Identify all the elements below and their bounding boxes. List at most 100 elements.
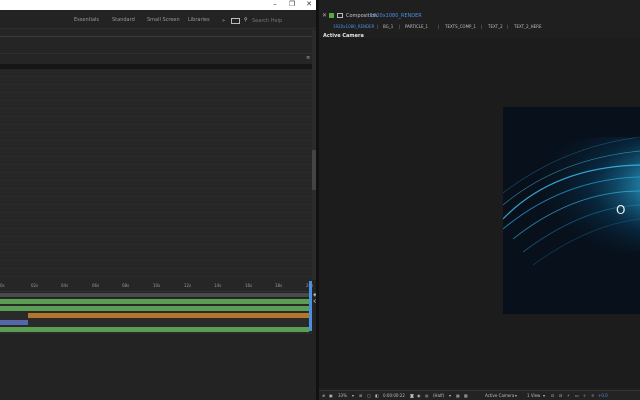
title-bar: – ❐ ✕ <box>0 0 316 10</box>
time-tick-label: 12s <box>184 283 192 288</box>
timeline-icon[interactable]: ▭ <box>575 393 579 398</box>
panel-title-name[interactable]: 1920x1080_RENDER <box>370 13 422 19</box>
flowchart-icon[interactable]: ⊹ <box>583 393 586 398</box>
work-area-bar[interactable] <box>0 293 312 297</box>
layer-bar[interactable] <box>0 299 312 304</box>
render-icon[interactable]: ⊡ <box>551 393 554 398</box>
time-tick-label: 14s <box>214 283 222 288</box>
panel-divider <box>0 36 316 37</box>
workspace-tab-small-screen[interactable]: Small Screen <box>147 17 180 23</box>
panel-row-line <box>0 236 312 237</box>
maximize-button[interactable]: ❐ <box>283 0 301 10</box>
tab-separator: | <box>399 24 401 29</box>
tab-1920x1080-render[interactable]: 1920x1080_RENDER <box>333 24 374 29</box>
channel-icon[interactable]: ◍ <box>425 393 429 398</box>
workspace-tab-libraries[interactable]: Libraries <box>188 17 210 23</box>
grid-icon[interactable]: ⊞ <box>359 393 362 398</box>
panel-search-bar[interactable] <box>0 64 312 69</box>
view-layout-dropdown[interactable]: 1 View <box>527 393 540 398</box>
region-icon[interactable]: ▣ <box>329 393 333 398</box>
panel-row-line <box>0 220 312 221</box>
time-tick-label: 18s <box>275 283 283 288</box>
workspace-overflow-button[interactable]: » <box>222 18 225 24</box>
panel-row-line <box>0 196 312 197</box>
panel-divider <box>0 53 316 54</box>
chevron-down-icon[interactable]: ▾ <box>352 393 354 398</box>
chevron-down-icon[interactable]: ▾ <box>543 393 545 398</box>
panel-row-line <box>0 108 312 109</box>
camera-dropdown[interactable]: Active Camera <box>485 393 514 398</box>
panel-row-line <box>0 164 312 165</box>
composition-icon <box>337 13 343 18</box>
playhead-indicator[interactable] <box>309 281 312 331</box>
tab-text-2-here[interactable]: TEXT_2_HERE <box>514 24 541 29</box>
safe-zone-icon[interactable]: ◧ <box>375 393 379 398</box>
resolution-dropdown[interactable]: (Half) <box>433 393 444 398</box>
panel-row-line <box>0 276 312 277</box>
chevron-down-icon[interactable]: ▾ <box>515 393 517 398</box>
minimize-button[interactable]: – <box>266 0 284 10</box>
camera-snapshot-icon[interactable]: ◙ <box>410 393 414 398</box>
panel-row-line <box>0 172 312 173</box>
panel-row-line <box>0 252 312 253</box>
time-tick-label: 08s <box>122 283 130 288</box>
magnify-icon[interactable]: ⊕ <box>322 393 325 398</box>
panel-row-line <box>0 212 312 213</box>
panel-row-line <box>0 140 312 141</box>
panel-row-line <box>0 180 312 181</box>
fast-preview-icon[interactable]: ⚡ <box>567 393 570 398</box>
exposure-icon[interactable]: ☼ <box>591 393 595 398</box>
time-tick-label: 04s <box>61 283 69 288</box>
composition-canvas[interactable]: O <box>503 107 640 314</box>
mask-icon[interactable]: ▢ <box>367 393 371 398</box>
tab-texts-comp-1[interactable]: TEXTS_COMP_1 <box>445 24 476 29</box>
close-icon[interactable]: ✕ <box>322 12 327 19</box>
panel-row-line <box>0 204 312 205</box>
layer-bar[interactable] <box>0 327 309 332</box>
layer-bar[interactable] <box>0 320 28 325</box>
workspace-tab-standard[interactable]: Standard <box>112 17 135 23</box>
layer-bar[interactable] <box>0 306 312 311</box>
tab-bg-1[interactable]: BG_1 <box>383 24 393 29</box>
panel-row-line <box>0 268 312 269</box>
exposure-value[interactable]: +0.0 <box>598 393 608 398</box>
workspace-tab-essentials[interactable]: Essentials <box>74 17 99 23</box>
panel-row-line <box>0 228 312 229</box>
panel-row-line <box>0 116 312 117</box>
time-tick-label: 10s <box>153 283 161 288</box>
layout-icon[interactable]: ⊟ <box>559 393 562 398</box>
panel-row-line <box>0 124 312 125</box>
panel-row-line <box>0 132 312 133</box>
zoom-dropdown[interactable]: 33% <box>338 393 347 398</box>
composition-window: ✕ Composition 1920x1080_RENDER 1920x1080… <box>319 0 640 400</box>
time-tick-label: 16s <box>245 283 253 288</box>
transparency-grid-icon[interactable]: ▩ <box>464 393 468 398</box>
show-snapshot-icon[interactable]: ◉ <box>417 393 421 398</box>
timecode[interactable]: 0:00:00:22 <box>383 393 405 398</box>
monitor-icon[interactable] <box>231 18 240 24</box>
panel-row-line <box>0 76 312 77</box>
search-icon: ⚲ <box>244 17 248 23</box>
panel-row-line <box>0 156 312 157</box>
layer-bar[interactable] <box>28 313 312 318</box>
canvas-text: O <box>616 203 626 217</box>
time-tick-label: 02s <box>31 283 39 288</box>
lock-icon[interactable] <box>329 13 334 18</box>
time-tick-label: 06s <box>92 283 100 288</box>
roi-icon[interactable]: ▦ <box>456 393 460 398</box>
tab-separator: | <box>507 24 509 29</box>
panel-row-line <box>0 260 312 261</box>
panel-row-line <box>0 188 312 189</box>
tab-separator: | <box>438 24 440 29</box>
panel-menu-icon[interactable]: ≡ <box>306 55 310 61</box>
panel-row-line <box>0 92 312 93</box>
tab-particle-1[interactable]: PARTICLE_1 <box>405 24 428 29</box>
tab-text-2[interactable]: TEXT_2 <box>488 24 503 29</box>
search-help-input[interactable] <box>252 17 307 25</box>
desktop: – ❐ ✕ Essentials Standard Small Screen L… <box>0 0 640 400</box>
tab-separator: | <box>377 24 379 29</box>
panel-row-line <box>0 100 312 101</box>
project-panel <box>0 28 316 65</box>
chevron-down-icon[interactable]: ▾ <box>449 393 451 398</box>
panel-row-line <box>0 244 312 245</box>
